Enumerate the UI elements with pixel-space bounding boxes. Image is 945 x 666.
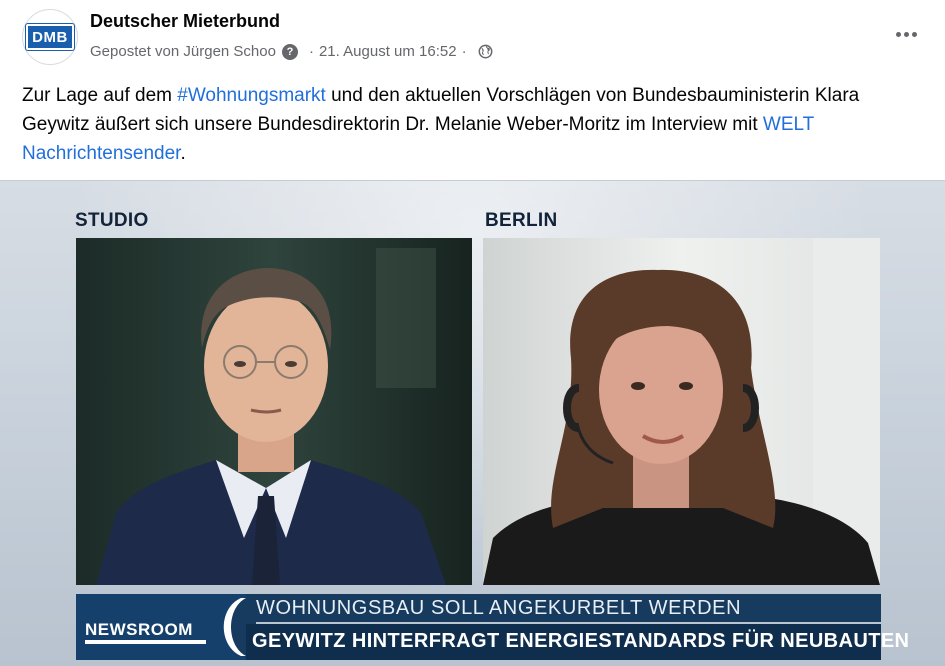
studio-presenter-image <box>76 238 472 585</box>
post-text: Zur Lage auf dem #Wohnungsmarkt und den … <box>22 81 922 168</box>
newsroom-underline <box>85 640 206 644</box>
berlin-video-panel <box>483 238 880 585</box>
ticker-headline-bottom: GEYWITZ HINTERFRAGT ENERGIESTANDARDS FÜR… <box>252 630 910 652</box>
page-name-link[interactable]: Deutscher Mieterbund <box>90 11 280 32</box>
post-text-part: Zur Lage auf dem <box>22 85 178 106</box>
separator-dot: · <box>308 43 314 60</box>
more-options-icon <box>895 31 901 37</box>
more-options-icon <box>903 31 909 37</box>
guest-image <box>483 238 880 585</box>
ticker-headline-top: WOHNUNGSBAU SOLL ANGEKURBELT WERDEN <box>256 597 742 619</box>
post-text-part: . <box>180 143 186 164</box>
post-header: DMB Deutscher Mieterbund Gepostet von Jü… <box>0 0 945 78</box>
newsroom-label: NEWSROOM <box>85 620 193 639</box>
posted-by-text[interactable]: Gepostet von Jürgen Schoo <box>90 43 276 60</box>
separator-dot: · <box>461 43 467 60</box>
video-player[interactable]: STUDIO BERLIN NEWSROOM WOHNUNGSBAU SOLL … <box>0 180 945 666</box>
hashtag-link[interactable]: #Wohnungsmarkt <box>177 85 326 106</box>
studio-video-panel <box>76 238 472 585</box>
berlin-label: BERLIN <box>485 210 558 231</box>
more-options-icon <box>911 31 917 37</box>
news-ticker: NEWSROOM WOHNUNGSBAU SOLL ANGEKURBELT WE… <box>76 594 909 660</box>
info-icon[interactable]: ? <box>281 43 298 60</box>
page-avatar[interactable]: DMB <box>22 9 78 65</box>
more-options-button[interactable] <box>890 22 922 46</box>
globe-icon <box>478 44 493 59</box>
dmb-logo: DMB <box>26 24 74 50</box>
post-timestamp[interactable]: 21. August um 16:52 <box>319 43 457 60</box>
studio-label: STUDIO <box>75 210 149 231</box>
post-meta: Gepostet von Jürgen Schoo ? · 21. August… <box>90 43 493 60</box>
